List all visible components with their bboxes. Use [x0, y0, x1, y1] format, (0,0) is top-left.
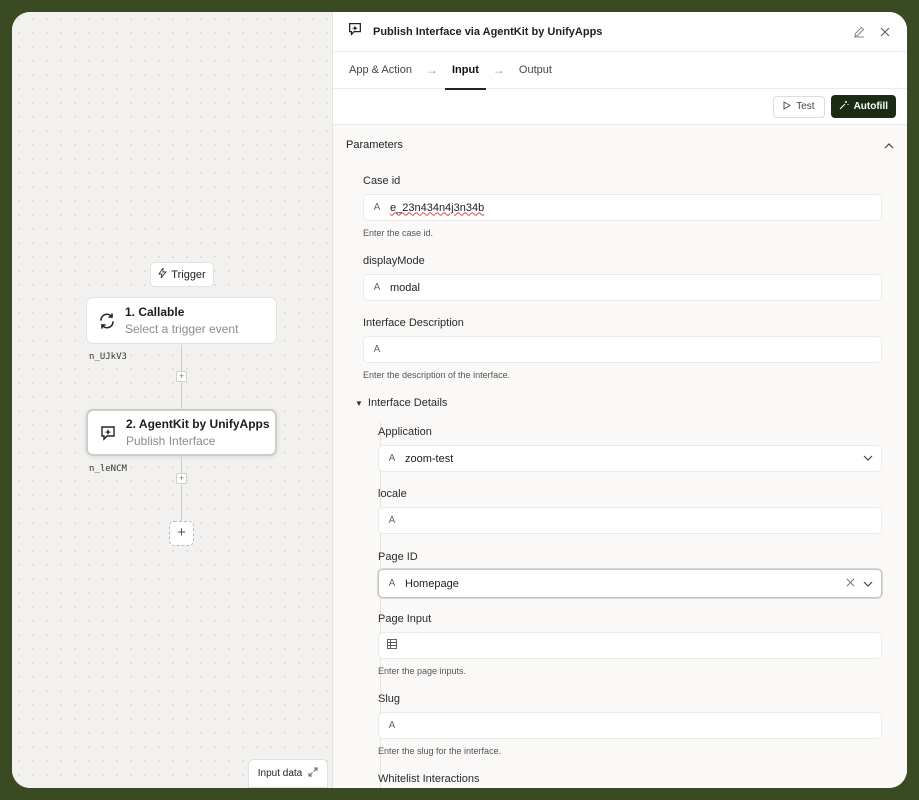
- field-value: modal: [390, 281, 420, 294]
- field-value: Homepage: [405, 577, 459, 590]
- close-icon[interactable]: [875, 22, 895, 42]
- expand-icon: [308, 767, 318, 780]
- clear-icon[interactable]: [846, 578, 855, 590]
- slug-input[interactable]: A: [378, 712, 882, 739]
- connector-line: [181, 345, 182, 371]
- arrow-right-icon: →: [426, 63, 438, 77]
- node-subtitle: Select a trigger event: [125, 322, 239, 336]
- field-label: Interface Description: [363, 317, 464, 329]
- node-id: n_UJkV3: [89, 352, 127, 362]
- text-type-icon: A: [388, 720, 396, 731]
- connector-line: [181, 457, 182, 473]
- test-label: Test: [796, 101, 815, 112]
- field-hint: Enter the case id.: [363, 228, 434, 238]
- autofill-label: Autofill: [853, 101, 888, 112]
- play-icon: [783, 100, 792, 113]
- table-icon: [387, 639, 397, 652]
- arrow-right-icon: →: [492, 63, 505, 77]
- workflow-canvas[interactable]: Trigger 1. Callable Select a trigger eve…: [12, 12, 332, 788]
- input-data-button[interactable]: Input data: [248, 759, 328, 788]
- display-mode-input[interactable]: A modal: [363, 274, 882, 301]
- field-hint: Enter the page inputs.: [378, 666, 467, 676]
- section-title: Parameters: [346, 139, 403, 151]
- field-value: e_23n434n4j3n34b: [390, 201, 485, 214]
- text-type-icon: A: [373, 344, 381, 355]
- sync-icon: [97, 311, 117, 331]
- field-label: displayMode: [363, 255, 425, 267]
- field-label: locale: [378, 488, 407, 500]
- chevron-down-icon[interactable]: [863, 452, 873, 464]
- agentkit-icon: [98, 423, 118, 443]
- autofill-button[interactable]: Autofill: [830, 95, 896, 118]
- text-type-icon: A: [388, 453, 396, 464]
- page-id-select[interactable]: A Homepage: [378, 569, 882, 598]
- tab-output[interactable]: Output: [519, 52, 552, 89]
- application-select[interactable]: A zoom-test: [378, 445, 882, 472]
- text-type-icon: A: [373, 202, 381, 213]
- panel-toolbar: Test Autofill: [333, 89, 907, 125]
- connector-line: [181, 485, 182, 521]
- locale-input[interactable]: A: [378, 507, 882, 534]
- field-label: Whitelist Interactions: [378, 773, 480, 785]
- text-type-icon: A: [388, 578, 396, 589]
- config-panel: Publish Interface via AgentKit by UnifyA…: [332, 12, 907, 788]
- edit-icon[interactable]: [849, 22, 869, 42]
- field-label: Page Input: [378, 613, 432, 625]
- test-button[interactable]: Test: [773, 95, 825, 118]
- lightning-icon: [158, 266, 168, 281]
- step-tabs: App & Action → Input → Output: [333, 52, 907, 90]
- connector-line: [181, 383, 182, 409]
- agentkit-icon: [347, 21, 363, 42]
- page-input-field[interactable]: [378, 632, 882, 659]
- field-hint: Enter the slug for the interface.: [378, 746, 502, 756]
- caret-down-icon: ▼: [355, 398, 363, 408]
- parameters-section-header[interactable]: Parameters: [333, 125, 907, 165]
- text-type-icon: A: [388, 515, 396, 526]
- field-label: Case id: [363, 175, 401, 187]
- field-hint: Enter the description of the interface.: [363, 370, 511, 380]
- field-value: zoom-test: [405, 452, 454, 465]
- node-title: 2. AgentKit by UnifyApps: [126, 417, 270, 431]
- interface-details-toggle[interactable]: ▼ Interface Details: [355, 397, 447, 409]
- node-subtitle: Publish Interface: [126, 434, 216, 448]
- interface-description-input[interactable]: A: [363, 336, 882, 363]
- case-id-input[interactable]: A e_23n434n4j3n34b: [363, 194, 882, 221]
- node-callable[interactable]: 1. Callable Select a trigger event: [86, 297, 277, 344]
- field-label: Application: [378, 426, 432, 438]
- add-step-button[interactable]: +: [176, 473, 187, 484]
- node-title: 1. Callable: [125, 305, 185, 319]
- panel-title: Publish Interface via AgentKit by UnifyA…: [373, 25, 603, 38]
- panel-header: Publish Interface via AgentKit by UnifyA…: [333, 12, 907, 52]
- node-id: n_leNCM: [89, 464, 127, 474]
- node-agentkit[interactable]: 2. AgentKit by UnifyApps Publish Interfa…: [86, 409, 277, 456]
- app-window: Trigger 1. Callable Select a trigger eve…: [12, 12, 907, 788]
- field-label: Slug: [378, 693, 401, 705]
- field-label: Page ID: [378, 551, 418, 563]
- trigger-button[interactable]: Trigger: [150, 262, 214, 287]
- chevron-down-icon[interactable]: [863, 578, 873, 590]
- text-type-icon: A: [373, 282, 381, 293]
- tab-app-action[interactable]: App & Action: [349, 52, 412, 89]
- trigger-label: Trigger: [171, 268, 206, 281]
- tab-input[interactable]: Input: [445, 52, 486, 90]
- input-data-label: Input data: [257, 768, 303, 779]
- magic-wand-icon: [839, 100, 849, 113]
- group-title: Interface Details: [367, 397, 448, 409]
- chevron-up-icon: [884, 136, 894, 154]
- add-step-button[interactable]: +: [176, 371, 187, 382]
- add-node-button[interactable]: +: [169, 521, 194, 546]
